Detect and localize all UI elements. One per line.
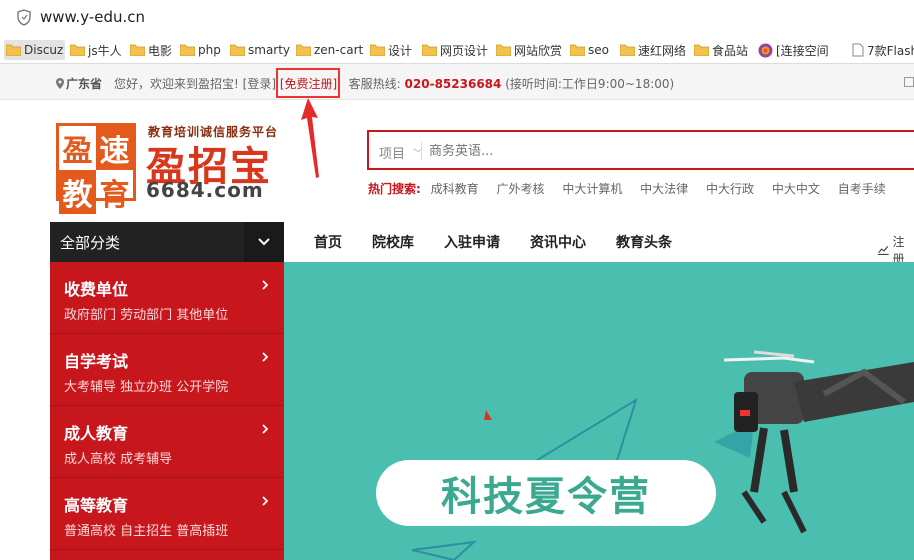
- site-topbar: 广东省 您好，欢迎来到盈招宝! [登录] [免费注册] 客服热线: 020-85…: [0, 64, 914, 100]
- banner-title-pill: 科技夏令营: [376, 460, 716, 526]
- folder-icon: [620, 44, 635, 56]
- folder-icon: [570, 44, 585, 56]
- hot-keyword-link[interactable]: 自考手续: [838, 182, 886, 196]
- color-logo-icon: [758, 43, 773, 57]
- category-title: 成人教育: [64, 424, 129, 443]
- category-sub[interactable]: 普通高校 自主招生 普高插班: [64, 520, 228, 539]
- category-title: 自学考试: [64, 352, 129, 371]
- nav-schools[interactable]: 院校库: [372, 232, 414, 252]
- bookmark-item[interactable]: 7款Flash: [852, 40, 914, 60]
- brand-domain: 6684.com: [146, 178, 264, 202]
- topbar-edge-icon: [904, 77, 914, 87]
- banner-title: 科技夏令营: [441, 474, 651, 520]
- bookmark-item[interactable]: 食品站: [694, 40, 748, 60]
- bookmark-item[interactable]: js牛人: [70, 40, 122, 60]
- chevron-right-icon: [262, 424, 269, 434]
- chart-icon: [877, 246, 889, 256]
- hot-search-label: 热门搜索:: [368, 182, 421, 196]
- bookmarks-bar: Discuz js牛人 电影 php smarty zen-cart 设计 网页…: [0, 36, 914, 64]
- bookmark-item[interactable]: 设计: [370, 40, 412, 60]
- category-item-self-study[interactable]: 自学考试 大考辅导 独立办班 公开学院: [50, 334, 284, 406]
- folder-icon: [422, 44, 437, 56]
- bookmark-item[interactable]: 网页设计: [422, 40, 488, 60]
- nav-headlines[interactable]: 教育头条: [616, 232, 672, 252]
- hot-keyword-link[interactable]: 中大计算机: [562, 182, 622, 196]
- all-categories-label: 全部分类: [60, 233, 121, 252]
- page-icon: [852, 43, 864, 57]
- folder-icon: [230, 44, 245, 56]
- hot-keyword-link[interactable]: 中大行政: [706, 182, 754, 196]
- folder-icon: [296, 44, 311, 56]
- search-input[interactable]: [429, 140, 829, 162]
- drone-image: [724, 350, 914, 534]
- folder-icon: [694, 44, 709, 56]
- category-sidebar: 收费单位 政府部门 劳动部门 其他单位 自学考试 大考辅导 独立办班 公开学院 …: [50, 262, 284, 560]
- bookmark-item[interactable]: seo: [570, 40, 609, 60]
- bookmark-item[interactable]: php: [180, 40, 221, 60]
- category-title: 高等教育: [64, 496, 129, 515]
- hot-keyword-link[interactable]: 广外考核: [496, 182, 544, 196]
- hot-searches: 热门搜索: 成科教育 广外考核 中大计算机 中大法律 中大行政 中大中文 自考手…: [368, 180, 900, 197]
- bookmark-item[interactable]: zen-cart: [296, 40, 363, 60]
- folder-icon: [6, 44, 21, 56]
- chevron-right-icon: [262, 280, 269, 290]
- bookmark-item[interactable]: 速红网络: [620, 40, 686, 60]
- bookmark-item[interactable]: 电影: [130, 40, 172, 60]
- address-bar: www.y-edu.cn: [0, 0, 914, 36]
- location-selector[interactable]: 广东省: [56, 75, 102, 92]
- welcome-line: 您好，欢迎来到盈招宝! [登录] [免费注册] 客服热线: 020-852366…: [114, 75, 674, 92]
- chevron-right-icon: [262, 352, 269, 362]
- hero-banner[interactable]: 科技夏令营: [284, 262, 914, 560]
- shield-icon[interactable]: [16, 9, 32, 26]
- category-item-fee-units[interactable]: 收费单位 政府部门 劳动部门 其他单位: [50, 262, 284, 334]
- bookmark-item[interactable]: [连接空间: [758, 40, 829, 60]
- logo-char: 育: [99, 178, 130, 213]
- category-sub[interactable]: 政府部门 劳动部门 其他单位: [64, 304, 228, 323]
- hotline-hours: (接听时间:工作日9:00~18:00): [505, 77, 675, 91]
- category-title: 收费单位: [64, 280, 129, 299]
- logo-char: 盈: [62, 134, 93, 169]
- folder-icon: [70, 44, 85, 56]
- search-box: 项目 ﹀: [367, 130, 914, 170]
- hotline-label: 客服热线:: [348, 77, 401, 91]
- chevron-right-icon: [262, 496, 269, 506]
- hot-keyword-link[interactable]: 中大中文: [772, 182, 820, 196]
- category-item-higher-education[interactable]: 高等教育 普通高校 自主招生 普高插班: [50, 478, 284, 550]
- welcome-text: 您好，欢迎来到盈招宝!: [114, 77, 239, 91]
- hot-keyword-link[interactable]: 中大法律: [640, 182, 688, 196]
- folder-icon: [370, 44, 385, 56]
- bookmark-item[interactable]: smarty: [230, 40, 290, 60]
- chevron-down-icon: [244, 222, 284, 262]
- location-pin-icon: [56, 78, 64, 89]
- logo-char: 速: [96, 126, 133, 170]
- annotation-arrow-icon: [301, 98, 319, 178]
- nav-news[interactable]: 资讯中心: [530, 232, 586, 252]
- highlight-box: [276, 68, 340, 98]
- search-category-select[interactable]: 项目 ﹀: [379, 143, 423, 162]
- category-item-adult-education[interactable]: 成人教育 成人高校 成考辅导: [50, 406, 284, 478]
- hot-keyword-link[interactable]: 成科教育: [431, 182, 479, 196]
- nav-apply[interactable]: 入驻申请: [444, 232, 500, 252]
- folder-icon: [130, 44, 145, 56]
- logo-char: 教: [59, 170, 96, 214]
- category-sub[interactable]: 成人高校 成考辅导: [64, 448, 172, 467]
- bookmark-item[interactable]: 网站欣赏: [496, 40, 562, 60]
- hotline-number: 020-85236684: [404, 77, 502, 91]
- url-field[interactable]: www.y-edu.cn: [40, 8, 145, 26]
- category-sub[interactable]: 大考辅导 独立办班 公开学院: [64, 376, 228, 395]
- site-logo[interactable]: 盈 速 教 育: [56, 123, 136, 214]
- folder-icon: [180, 44, 195, 56]
- nav-home[interactable]: 首页: [314, 232, 342, 252]
- login-link[interactable]: [登录]: [243, 77, 276, 91]
- bookmark-item[interactable]: Discuz: [4, 40, 66, 60]
- divider: [421, 142, 422, 160]
- folder-icon: [496, 44, 511, 56]
- all-categories-button[interactable]: 全部分类: [50, 222, 284, 262]
